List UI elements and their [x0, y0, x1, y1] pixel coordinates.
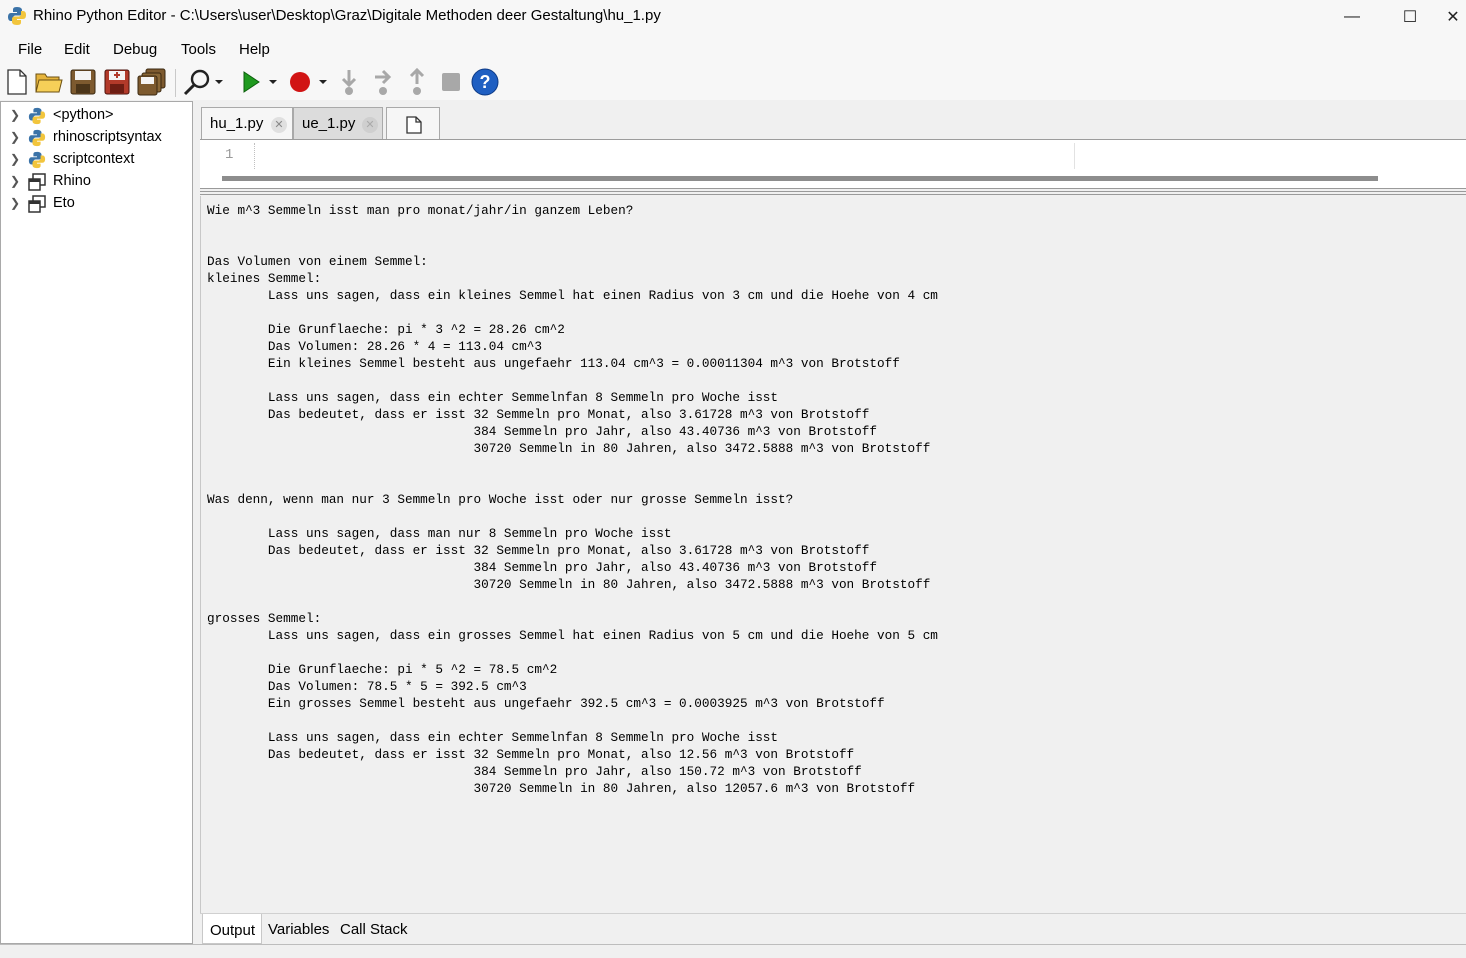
edge-guide — [1074, 143, 1075, 169]
new-tab-icon — [406, 116, 422, 134]
menu-help[interactable]: Help — [239, 41, 270, 58]
menu-tools[interactable]: Tools — [181, 41, 216, 58]
help-icon[interactable]: ? — [470, 65, 500, 99]
tree-item-rhino[interactable]: ❯ Rhino — [1, 171, 191, 193]
tree-label: Rhino — [53, 173, 91, 189]
tree-label: <python> — [53, 107, 114, 123]
tree-item-rhinoscriptsyntax[interactable]: ❯ rhinoscriptsyntax — [1, 127, 191, 149]
line-number-gutter: 1 — [222, 143, 255, 169]
tree-item-eto[interactable]: ❯ Eto — [1, 193, 191, 215]
menu-bar: File Edit Debug Tools Help — [0, 33, 1466, 65]
stop-icon[interactable] — [439, 65, 463, 99]
line-number: 1 — [225, 147, 234, 163]
close-tab-icon[interactable]: ✕ — [271, 117, 287, 133]
close-button[interactable]: ✕ — [1440, 0, 1466, 33]
expand-arrow-icon[interactable]: ❯ — [10, 152, 20, 166]
expand-arrow-icon[interactable]: ❯ — [10, 196, 20, 210]
tab-hu-1[interactable]: hu_1.py ✕ — [201, 107, 293, 139]
save-icon[interactable] — [68, 65, 98, 99]
minimize-button[interactable]: — — [1329, 0, 1375, 33]
svg-text:?: ? — [480, 72, 491, 92]
status-bar — [0, 944, 1466, 958]
tree-item-scriptcontext[interactable]: ❯ scriptcontext — [1, 149, 191, 171]
menu-edit[interactable]: Edit — [64, 41, 90, 58]
namespace-icon — [28, 173, 46, 191]
expand-arrow-icon[interactable]: ❯ — [10, 174, 20, 188]
namespace-tree: ❯ <python> ❯ rhinoscriptsyntax ❯ scriptc… — [0, 101, 193, 944]
find-icon[interactable] — [182, 65, 226, 99]
title-bar: Rhino Python Editor - C:\Users\user\Desk… — [0, 0, 1466, 33]
python-icon — [28, 129, 46, 147]
output-text: Wie m^3 Semmeln isst man pro monat/jahr/… — [207, 203, 938, 796]
save-as-icon[interactable] — [102, 65, 132, 99]
tab-output[interactable]: Output — [202, 914, 262, 944]
new-file-icon[interactable] — [4, 65, 30, 99]
horizontal-scrollbar[interactable] — [222, 176, 1378, 181]
tab-label: hu_1.py — [210, 115, 264, 132]
close-tab-icon[interactable]: ✕ — [362, 117, 378, 133]
toolbar: ? — [0, 65, 1466, 100]
tab-ue-1[interactable]: ue_1.py ✕ — [293, 107, 383, 139]
toolbar-separator — [175, 69, 176, 97]
python-icon — [28, 107, 46, 125]
expand-arrow-icon[interactable]: ❯ — [10, 108, 20, 122]
menu-file[interactable]: File — [18, 41, 42, 58]
tree-label: rhinoscriptsyntax — [53, 129, 162, 145]
tab-label: ue_1.py — [302, 115, 356, 132]
new-tab-button[interactable] — [386, 107, 440, 139]
file-tabs: hu_1.py ✕ ue_1.py ✕ — [200, 101, 1466, 140]
open-folder-icon[interactable] — [34, 65, 64, 99]
tab-variables[interactable]: Variables — [268, 914, 329, 944]
run-icon[interactable] — [238, 65, 282, 99]
menu-debug[interactable]: Debug — [113, 41, 157, 58]
breakpoint-icon[interactable] — [287, 65, 333, 99]
python-icon — [28, 151, 46, 169]
step-over-icon[interactable] — [371, 65, 395, 99]
step-into-icon[interactable] — [337, 65, 361, 99]
tree-label: scriptcontext — [53, 151, 135, 167]
pane-splitter[interactable] — [200, 188, 1466, 195]
window-title: Rhino Python Editor - C:\Users\user\Desk… — [33, 7, 661, 24]
expand-arrow-icon[interactable]: ❯ — [10, 130, 20, 144]
step-out-icon[interactable] — [405, 65, 429, 99]
tree-label: Eto — [53, 195, 75, 211]
tab-call-stack[interactable]: Call Stack — [340, 914, 408, 944]
namespace-icon — [28, 195, 46, 213]
save-all-icon[interactable] — [136, 65, 168, 99]
output-panel: Wie m^3 Semmeln isst man pro monat/jahr/… — [200, 196, 1466, 913]
maximize-button[interactable]: ☐ — [1387, 0, 1433, 33]
code-editor[interactable]: 1 — [200, 140, 1466, 189]
python-app-icon — [8, 7, 26, 25]
bottom-panel-tabs: Output Variables Call Stack — [200, 913, 1466, 944]
tree-item-python[interactable]: ❯ <python> — [1, 105, 191, 127]
